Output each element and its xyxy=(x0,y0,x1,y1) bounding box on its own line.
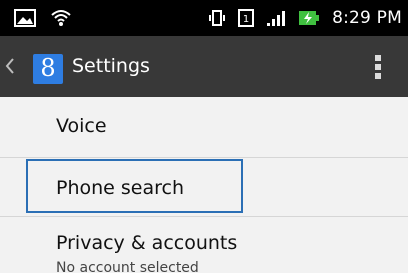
list-item-privacy-accounts[interactable]: Privacy & accounts No account selected xyxy=(0,217,408,273)
status-time: 8:29 PM xyxy=(332,8,402,28)
focus-highlight xyxy=(26,159,243,213)
svg-text:1: 1 xyxy=(243,14,249,25)
wifi-icon xyxy=(50,9,72,27)
screen: 1 8:29 PM 8 Settings Voice Phone search … xyxy=(0,0,408,273)
status-bar: 1 8:29 PM xyxy=(0,0,408,36)
list-item-sublabel: No account selected xyxy=(56,260,199,273)
list-item-voice[interactable]: Voice xyxy=(0,97,408,157)
page-title: Settings xyxy=(72,55,150,77)
sim-icon: 1 xyxy=(238,9,255,27)
list-item-label: Voice xyxy=(56,115,107,137)
vibrate-icon xyxy=(208,9,226,27)
image-notification-icon xyxy=(14,9,36,27)
google-app-logo[interactable]: 8 xyxy=(33,54,63,84)
overflow-menu-icon[interactable] xyxy=(374,52,382,82)
back-chevron-icon[interactable] xyxy=(4,54,16,78)
signal-icon xyxy=(266,9,286,27)
battery-charging-icon xyxy=(298,9,320,27)
list-item-label: Privacy & accounts xyxy=(56,232,238,254)
